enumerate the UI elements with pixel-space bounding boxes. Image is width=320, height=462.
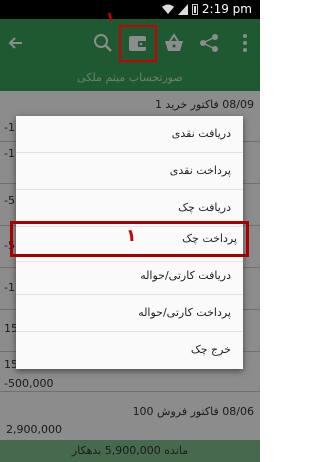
menu-item-cash-pay[interactable]: پرداخت نقدی xyxy=(16,153,243,189)
battery-icon xyxy=(192,4,198,15)
selected-highlight-number: ١ xyxy=(126,226,137,246)
menu-item-cheque-spend[interactable]: خرج چک xyxy=(16,332,243,368)
wallet-highlight-number: ١ xyxy=(106,10,114,25)
status-bar: 2:19 pm xyxy=(0,0,260,19)
status-time: 2:19 pm xyxy=(201,2,252,16)
wifi-icon xyxy=(162,4,174,14)
wallet-highlight-box xyxy=(119,25,157,62)
menu-item-card-pay[interactable]: پرداخت کارتی/حواله xyxy=(16,295,243,331)
menu-item-card-receive[interactable]: دریافت کارتی/حواله xyxy=(16,258,243,294)
menu-item-cash-receive[interactable]: دریافت نقدی xyxy=(16,116,243,152)
signal-icon xyxy=(178,4,188,15)
